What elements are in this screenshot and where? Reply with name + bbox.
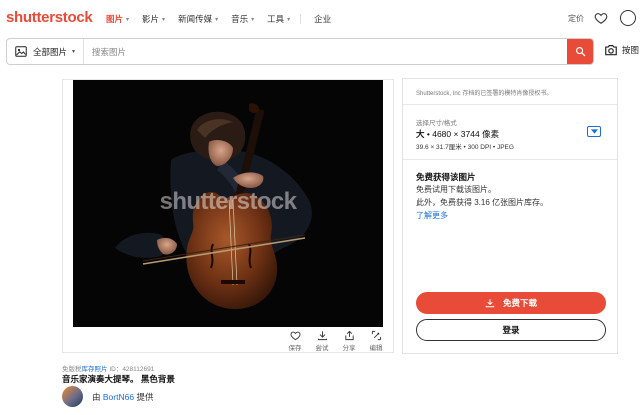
action-label: 编辑 (369, 345, 383, 352)
category-select-label: 全部图片 (33, 46, 68, 57)
heart-icon (289, 331, 301, 341)
nav-item-editorial[interactable]: 新闻传媒 ▾ (178, 13, 218, 25)
top-navigation: shutterstock 图片 ▾ 影片 ▾ 新闻传媒 ▾ 音乐 ▾ 工具 ▾ 企业 定价 (0, 0, 640, 36)
contributor-avatar[interactable] (62, 386, 83, 407)
size-name: 大 (416, 129, 425, 139)
contributor-text: 由 BortN66 提供 (92, 391, 153, 403)
nav-item-enterprise[interactable]: 企业 (314, 13, 331, 25)
shutterstock-logo[interactable]: shutterstock (6, 9, 93, 26)
chevron-down-icon: ▾ (162, 16, 166, 23)
chevron-down-icon: ▾ (251, 16, 255, 23)
camera-search-icon (605, 45, 617, 56)
size-dropdown-toggle[interactable] (587, 126, 601, 137)
edit-icon (371, 330, 381, 341)
free-download-button[interactable]: 免费下载 (416, 292, 606, 314)
chevron-down-icon: ▾ (126, 16, 130, 23)
pricing-link[interactable]: 定价 (568, 13, 584, 24)
image-id-label: ID： (109, 366, 123, 373)
size-label: 选择尺寸/格式 (416, 120, 457, 127)
size-selected[interactable]: 大 • 4680 × 3744 像素 (416, 128, 499, 140)
save-button[interactable]: 保存 (286, 330, 304, 352)
nav-item-label: 图片 (106, 14, 124, 24)
nav-item-label: 企业 (314, 14, 332, 24)
size-dims: • 4680 × 3744 像素 (424, 129, 500, 139)
contributor-suffix: 提供 (136, 391, 154, 402)
login-button[interactable]: 登录 (416, 319, 606, 341)
contributor-prefix: 由 (92, 391, 101, 402)
watermark: shutterstock (159, 188, 297, 215)
chevron-down-icon: ▾ (72, 49, 76, 55)
free-trial-text-1: 免费试用下载该图片。 (416, 185, 496, 194)
try-button[interactable]: 尝试 (313, 330, 331, 352)
image-preview-card: shutterstock 保存 尝试 分享 编辑 (62, 79, 394, 353)
image-meta: 免版税库存照片 ID：428112691 (62, 363, 154, 373)
image-icon (15, 46, 27, 57)
chevron-down-icon: ▾ (215, 16, 219, 23)
license-type: 免版税 (62, 366, 82, 373)
learn-more-link[interactable]: 了解更多 (416, 210, 448, 221)
divider (403, 104, 617, 105)
divider (403, 159, 617, 160)
heart-icon[interactable] (594, 11, 608, 25)
search-bar: 全部图片 ▾ (6, 38, 594, 65)
share-button[interactable]: 分享 (340, 330, 358, 352)
search-button[interactable] (567, 39, 593, 64)
action-label: 尝试 (315, 345, 329, 352)
user-avatar-icon[interactable] (620, 10, 636, 26)
search-icon (575, 47, 585, 57)
model-release-note: Shutterstock, Inc 存档的已签署的模特肖像授权书。 (416, 91, 553, 97)
action-label: 分享 (342, 345, 356, 352)
preview-photo[interactable]: shutterstock (73, 80, 383, 327)
image-title: 音乐家演奏大提琴。 黑色背景 (62, 374, 175, 384)
nav-item-tools[interactable]: 工具 ▾ (267, 13, 302, 25)
contributor: 由 BortN66 提供 (62, 386, 153, 407)
contributor-name[interactable]: BortN66 (103, 392, 134, 402)
download-label: 免费下载 (502, 298, 537, 308)
nav-divider (300, 14, 302, 24)
download-icon (485, 299, 495, 308)
search-input[interactable] (84, 39, 567, 64)
main-nav: 图片 ▾ 影片 ▾ 新闻传媒 ▾ 音乐 ▾ 工具 ▾ 企业 (106, 13, 344, 25)
chevron-down-icon: ▾ (287, 16, 291, 23)
action-label: 保存 (288, 345, 302, 352)
edit-button[interactable]: 编辑 (367, 330, 385, 352)
nav-item-label: 音乐 (231, 14, 249, 24)
category-select[interactable]: 全部图片 ▾ (7, 39, 85, 64)
nav-item-label: 工具 (267, 14, 285, 24)
nav-item-label: 影片 (142, 14, 160, 24)
share-icon (344, 330, 354, 341)
image-search-button[interactable]: 按图 (604, 44, 639, 56)
download-icon (317, 331, 327, 341)
image-actions: 保存 尝试 分享 编辑 (286, 330, 385, 352)
nav-item-video[interactable]: 影片 ▾ (142, 13, 165, 25)
free-trial-text-2: 此外，免费获得 3.16 亿张图片库存。 (416, 198, 549, 207)
free-trial-heading: 免费获得该图片 (416, 172, 476, 182)
chevron-down-icon (590, 129, 598, 134)
nav-item-label: 新闻传媒 (178, 14, 213, 24)
account-nav: 定价 (568, 10, 640, 26)
nav-item-images[interactable]: 图片 ▾ (106, 13, 129, 25)
nav-item-music[interactable]: 音乐 ▾ (231, 13, 254, 25)
stock-photo-link[interactable]: 库存照片 (82, 366, 108, 373)
login-label: 登录 (502, 325, 520, 335)
image-search-label: 按图 (622, 45, 640, 55)
image-id: 428112691 (122, 366, 155, 373)
size-detail: 39.6 × 31.7厘米 • 300 DPI • JPEG (416, 144, 514, 151)
license-panel: Shutterstock, Inc 存档的已签署的模特肖像授权书。 选择尺寸/格… (402, 78, 618, 354)
